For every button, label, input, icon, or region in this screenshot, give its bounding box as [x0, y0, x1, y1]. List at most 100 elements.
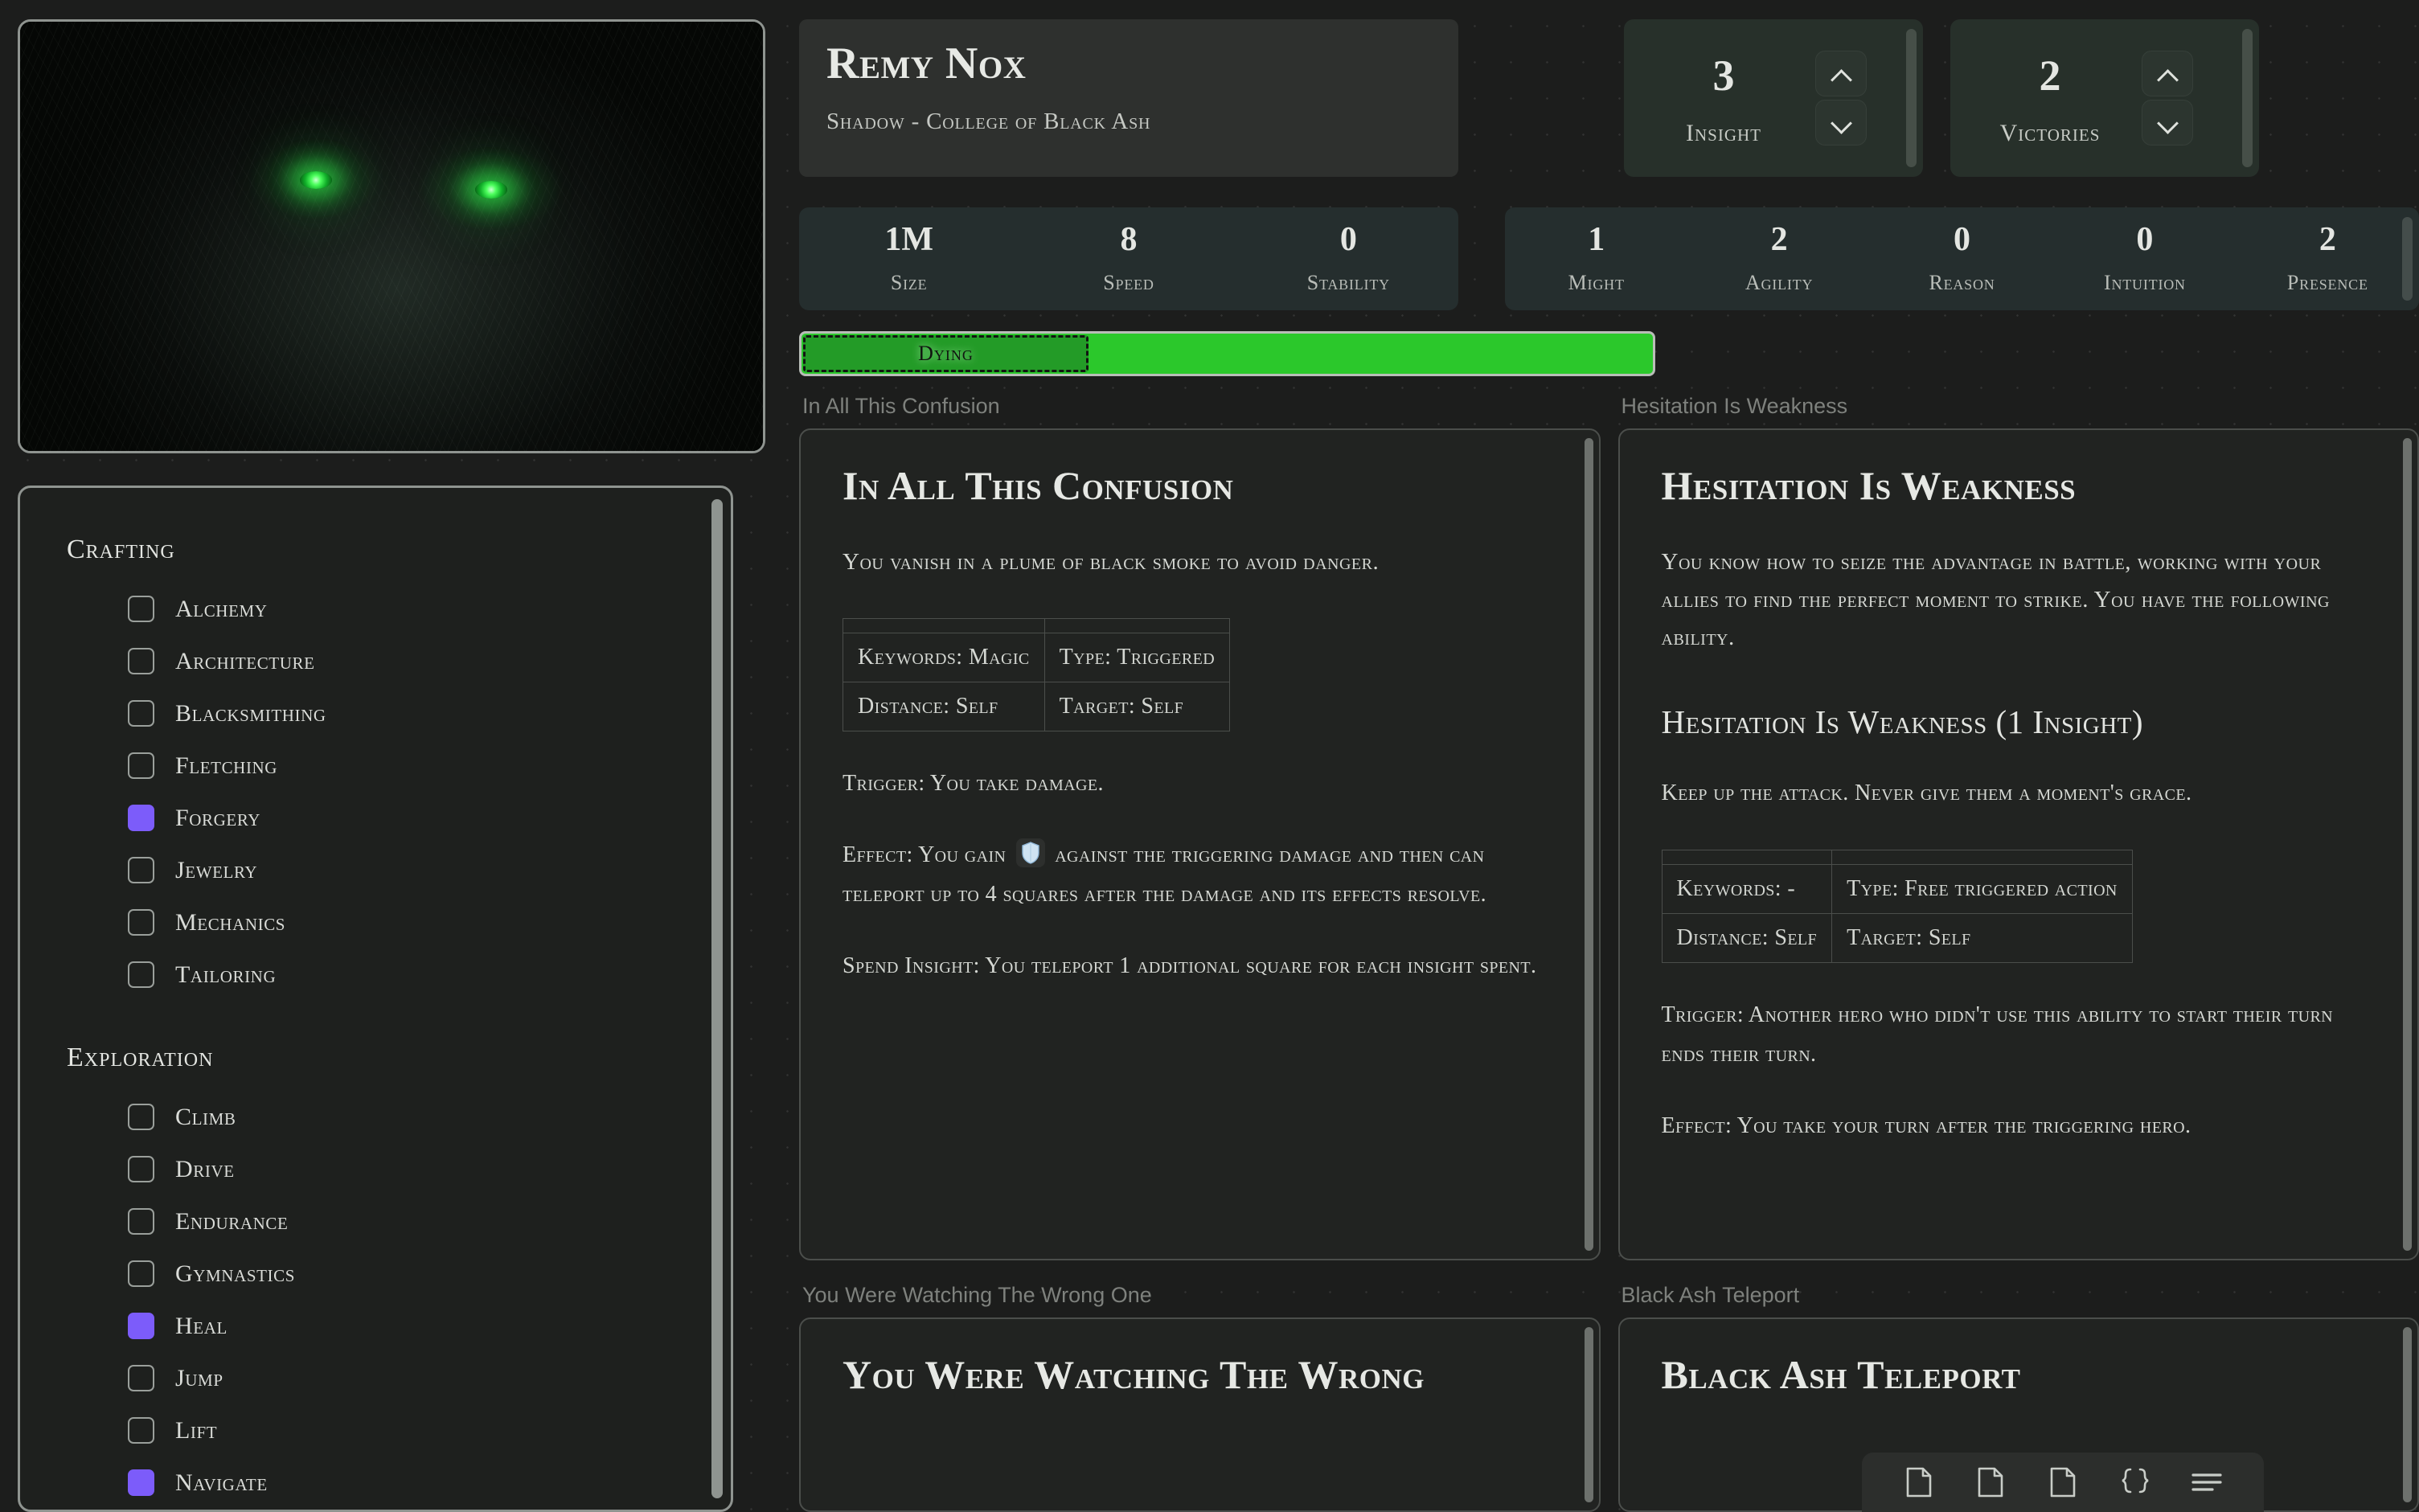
basic-stats-panel[interactable]: 1M Size 8 Speed 0 Stability: [799, 207, 1458, 310]
victories-counter[interactable]: 2 Victories: [1950, 19, 2259, 177]
skill-label-navigate: Navigate: [175, 1469, 268, 1496]
portrait-artwork: [20, 22, 763, 451]
skill-row-fletching[interactable]: Fletching: [67, 740, 731, 792]
stat-stability-label: Stability: [1306, 271, 1390, 294]
toolbar-brackets-button[interactable]: [2114, 1465, 2157, 1500]
insight-decrement-button[interactable]: [1815, 100, 1867, 145]
meta-type: Type: Free triggered action: [1831, 864, 2133, 915]
skill-checkbox-jewelry[interactable]: [128, 857, 154, 883]
skill-label-forgery: Forgery: [175, 804, 261, 831]
ability-card-scrollbar[interactable]: [1584, 438, 1593, 1251]
stat-speed-value: 8: [1120, 221, 1138, 258]
skill-checkbox-climb[interactable]: [128, 1104, 154, 1130]
skill-row-tailoring[interactable]: Tailoring: [67, 949, 731, 1001]
card-slot-label-confusion: In All This Confusion: [802, 394, 1000, 418]
insight-scrollbar[interactable]: [1906, 29, 1917, 167]
skill-checkbox-heal[interactable]: [128, 1313, 154, 1339]
skill-label-mechanics: Mechanics: [175, 908, 286, 936]
stat-intuition[interactable]: 0 Intuition: [2053, 223, 2236, 295]
ability-card-scrollbar[interactable]: [2403, 1327, 2412, 1502]
skill-checkbox-gymnastics[interactable]: [128, 1260, 154, 1287]
meta-type: Type: Triggered: [1043, 632, 1231, 682]
victories-scrollbar[interactable]: [2242, 29, 2253, 167]
skill-checkbox-drive[interactable]: [128, 1156, 154, 1182]
skill-checkbox-endurance[interactable]: [128, 1208, 154, 1235]
ability-scores-panel[interactable]: 1 Might 2 Agility 0 Reason 0 Intuition 2: [1505, 207, 2419, 310]
hero-portrait[interactable]: [18, 19, 765, 453]
skill-label-lift: Lift: [175, 1416, 218, 1444]
skill-row-jump[interactable]: Jump: [67, 1352, 731, 1404]
skill-checkbox-mechanics[interactable]: [128, 909, 154, 936]
skills-panel[interactable]: Crafting Alchemy Architecture Blacksmith…: [18, 486, 733, 1512]
victories-increment-button[interactable]: [2142, 51, 2193, 96]
skill-row-blacksmithing[interactable]: Blacksmithing: [67, 687, 731, 740]
stamina-bar[interactable]: Dying: [799, 331, 1655, 376]
skill-row-endurance[interactable]: Endurance: [67, 1195, 731, 1248]
stamina-healthy-segment[interactable]: [1089, 335, 1651, 372]
stat-agility[interactable]: 2 Agility: [1687, 223, 1870, 295]
table-header-row: [843, 617, 1231, 633]
insight-counter[interactable]: 3 Insight: [1624, 19, 1923, 177]
skill-label-jump: Jump: [175, 1364, 223, 1391]
skills-scrollbar[interactable]: [711, 499, 723, 1498]
skill-row-drive[interactable]: Drive: [67, 1143, 731, 1195]
stat-might[interactable]: 1 Might: [1505, 223, 1687, 295]
toolbar-document-button-1[interactable]: [1897, 1465, 1941, 1500]
ability-card-scrollbar[interactable]: [2403, 438, 2412, 1251]
skill-row-lift[interactable]: Lift: [67, 1404, 731, 1457]
card-slot-label-hesitation: Hesitation Is Weakness: [1621, 394, 1848, 418]
hero-subtitle: Shadow - College of Black Ash: [826, 108, 1151, 134]
toolbar-document-button-2[interactable]: [1969, 1465, 2012, 1500]
skill-checkbox-architecture[interactable]: [128, 648, 154, 674]
skill-row-gymnastics[interactable]: Gymnastics: [67, 1248, 731, 1300]
hero-identity-card[interactable]: Remy Nox Shadow - College of Black Ash: [799, 19, 1458, 177]
stamina-dying-segment[interactable]: Dying: [803, 335, 1089, 372]
stamina-dying-label: Dying: [918, 342, 974, 365]
skill-checkbox-alchemy[interactable]: [128, 596, 154, 622]
skill-row-jewelry[interactable]: Jewelry: [67, 844, 731, 896]
stat-presence-value: 2: [2319, 221, 2336, 258]
ability-card-watching[interactable]: You Were Watching The Wrong: [799, 1317, 1601, 1512]
table-row: Keywords: - Type: Free triggered action: [1661, 864, 2133, 915]
stat-agility-label: Agility: [1745, 271, 1814, 294]
ability-card-hesitation[interactable]: Hesitation Is Weakness You know how to s…: [1617, 428, 2419, 1260]
skill-row-alchemy[interactable]: Alchemy: [67, 583, 731, 635]
victories-decrement-button[interactable]: [2142, 100, 2193, 145]
skill-checkbox-jump[interactable]: [128, 1365, 154, 1391]
ability-card-confusion[interactable]: In All This Confusion You vanish in a pl…: [799, 428, 1601, 1260]
skill-label-heal: Heal: [175, 1312, 228, 1339]
skill-checkbox-blacksmithing[interactable]: [128, 700, 154, 727]
skill-checkbox-tailoring[interactable]: [128, 961, 154, 988]
ability-effect-prefix: Effect: You gain: [843, 842, 1007, 867]
left-column: Crafting Alchemy Architecture Blacksmith…: [0, 19, 788, 1512]
skill-checkbox-lift[interactable]: [128, 1417, 154, 1444]
toolbar-document-button-3[interactable]: [2041, 1465, 2085, 1500]
ability-cards-area: In All This Confusion In All This Confus…: [799, 394, 2419, 1512]
ability-card-scrollbar[interactable]: [1584, 1327, 1593, 1502]
ability-scores-scrollbar[interactable]: [2402, 217, 2413, 301]
skill-row-forgery[interactable]: Forgery: [67, 792, 731, 844]
stat-size[interactable]: 1M Size: [799, 223, 1019, 295]
stat-stability[interactable]: 0 Stability: [1239, 223, 1458, 295]
skill-row-climb[interactable]: Climb: [67, 1091, 731, 1143]
table-header-row: [1661, 850, 2133, 866]
skill-label-endurance: Endurance: [175, 1207, 289, 1235]
skill-checkbox-fletching[interactable]: [128, 752, 154, 779]
skill-row-heal[interactable]: Heal: [67, 1300, 731, 1352]
stat-presence[interactable]: 2 Presence: [2237, 223, 2419, 295]
skill-row-mechanics[interactable]: Mechanics: [67, 896, 731, 949]
floating-toolbar[interactable]: [1862, 1453, 2264, 1512]
insight-stepper[interactable]: [1815, 51, 1867, 145]
ability-flavor-confusion: You vanish in a plume of black smoke to …: [843, 549, 1380, 575]
victories-stepper[interactable]: [2142, 51, 2193, 145]
stat-speed[interactable]: 8 Speed: [1019, 223, 1238, 295]
skill-checkbox-forgery[interactable]: [128, 805, 154, 831]
skill-row-architecture[interactable]: Architecture: [67, 635, 731, 687]
insight-increment-button[interactable]: [1815, 51, 1867, 96]
stat-reason[interactable]: 0 Reason: [1871, 223, 2053, 295]
toolbar-list-button[interactable]: [2185, 1465, 2228, 1500]
document-icon: [1978, 1467, 2003, 1498]
meta-distance: Distance: Self: [843, 681, 1045, 731]
skill-row-navigate[interactable]: Navigate: [67, 1457, 731, 1509]
skill-checkbox-navigate[interactable]: [128, 1469, 154, 1496]
